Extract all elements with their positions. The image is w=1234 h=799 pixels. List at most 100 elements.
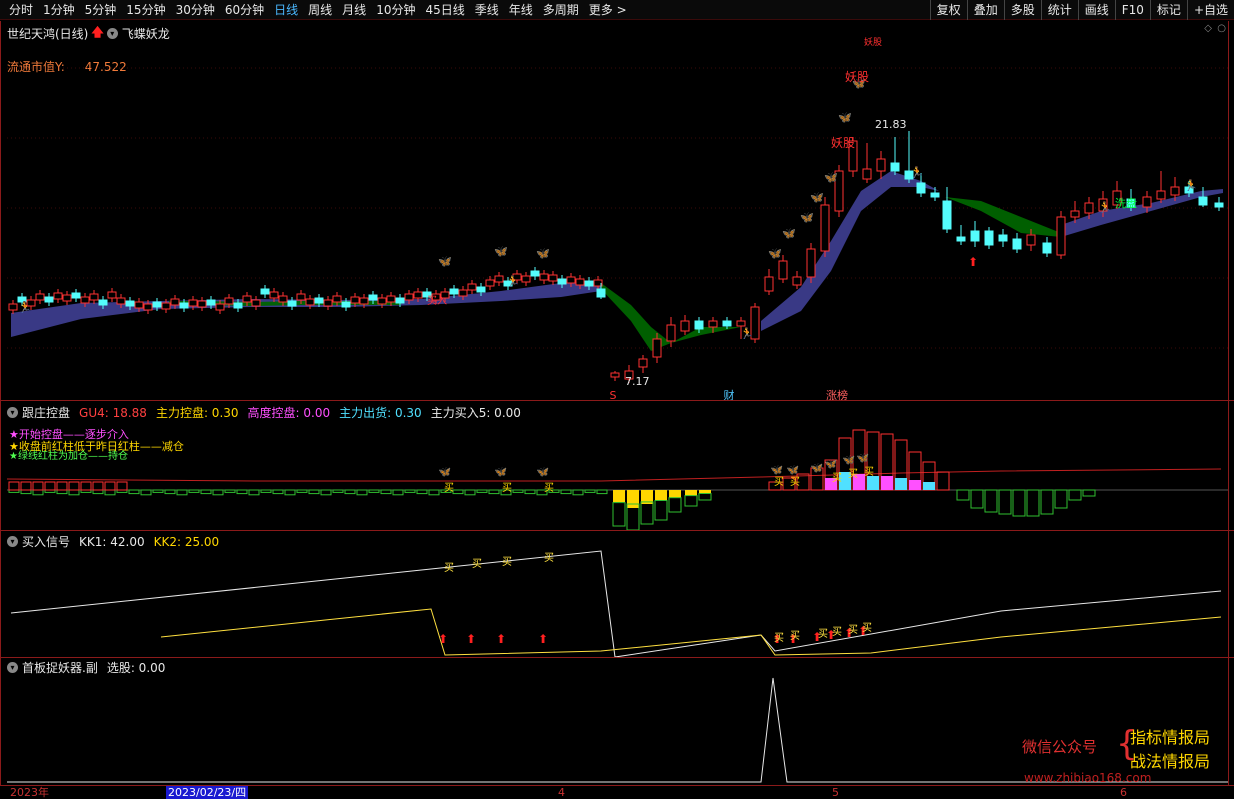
- butterfly-icon: 🦋: [857, 453, 870, 464]
- ma-ribbon-1: [11, 283, 601, 337]
- buy-char: 买: [790, 476, 800, 488]
- toolbar-button-0[interactable]: 复权: [929, 0, 967, 20]
- red-up-arrow-icon: ⬆: [968, 255, 978, 269]
- toolbar-button-7[interactable]: +自选: [1186, 0, 1234, 20]
- axis-month-5: 5: [832, 786, 839, 799]
- period-tab-8[interactable]: 月线: [337, 0, 371, 20]
- candle-body: [1012, 238, 1022, 250]
- zhuang-bar-green: [512, 489, 524, 493]
- buy-arrow-icon: ⬆: [496, 632, 506, 646]
- period-toolbar: 分时 1分钟 5分钟 15分钟 30分钟 60分钟 日线 周线 月线 10分钟 45日线 季线 年线 多周…: [0, 0, 1234, 20]
- toolbar-button-2[interactable]: 多股: [1003, 0, 1041, 20]
- candle-body: [143, 303, 153, 311]
- candle-body: [722, 320, 732, 327]
- zhuang-bar-red: [8, 481, 20, 491]
- buy-char: 买: [544, 482, 554, 494]
- candle-body: [98, 299, 108, 306]
- candle-body: [341, 301, 351, 308]
- butterfly-icon: 🦋: [495, 467, 508, 478]
- zhuang-bar-fill: [909, 480, 921, 490]
- zhuang-bar-green: [488, 489, 500, 495]
- zhuang-bar-green-deep: [640, 501, 654, 525]
- period-tab-3[interactable]: 15分钟: [121, 0, 170, 20]
- watermark-url: www.zhibiao168.com: [1024, 771, 1152, 785]
- candle-body: [876, 158, 886, 172]
- toolbar-button-5[interactable]: F10: [1114, 0, 1150, 20]
- right-scale: [1228, 21, 1234, 785]
- period-tab-4[interactable]: 30分钟: [171, 0, 220, 20]
- period-tab-1[interactable]: 1分钟: [38, 0, 80, 20]
- toolbar-button-4[interactable]: 画线: [1077, 0, 1115, 20]
- period-tab-2[interactable]: 5分钟: [80, 0, 122, 20]
- candle-body: [708, 320, 718, 328]
- watermark: 微信公众号 { 指标情报局 战法情报局 www.zhibiao168.com: [1018, 722, 1228, 785]
- runner-icon: 🏃: [506, 275, 520, 288]
- candle-body: [35, 293, 45, 301]
- zhuang-bar-green: [92, 489, 104, 495]
- candle-body: [179, 302, 189, 309]
- buysignal-panel: ▾ 买入信号 KK1: 42.00 KK2: 25.00 ⬆ ⬆ ⬆ ⬆ ⬆ ⬆ ⬆ ⬆ ⬆ ⬆ 买…: [0, 530, 1234, 658]
- candle-body: [296, 293, 306, 301]
- zhuang-bar-green: [332, 489, 344, 493]
- candle-body: [485, 279, 495, 287]
- zhuang-bar-green: [260, 489, 272, 493]
- candle-body: [1198, 196, 1208, 206]
- toolbar-button-6[interactable]: 标记: [1149, 0, 1187, 20]
- buy-arrow-icon: ⬆: [438, 632, 448, 646]
- zhuang-bar-green: [392, 489, 404, 496]
- buy-char: 买: [790, 630, 800, 642]
- zhuang-bar-green: [596, 489, 608, 495]
- period-tab-10[interactable]: 45日线: [420, 0, 469, 20]
- zhuang-bar-green: [296, 489, 308, 493]
- candle-body: [449, 288, 459, 295]
- zhuang-bar-red: [56, 481, 68, 491]
- period-tab-9[interactable]: 10分钟: [371, 0, 420, 20]
- zhuang-bar-green: [176, 489, 188, 496]
- watermark-wechat: 微信公众号: [1022, 738, 1098, 756]
- buy-char: 买: [544, 552, 554, 564]
- butterfly-icon: 🦋: [825, 459, 838, 470]
- period-tab-7[interactable]: 周线: [303, 0, 337, 20]
- period-tab-14[interactable]: 更多 >: [584, 0, 632, 20]
- candle-body: [1026, 234, 1036, 246]
- butterfly-icon: 🦋: [768, 247, 782, 260]
- period-list: 分时 1分钟 5分钟 15分钟 30分钟 60分钟 日线 周线 月线 10分钟 45日线 季线 年线 多周…: [0, 0, 930, 20]
- zhuang-bar-red: [32, 481, 44, 491]
- zhuang-bar-red: [116, 481, 128, 491]
- period-tab-11[interactable]: 季线: [470, 0, 504, 20]
- butterfly-icon: 🦋: [536, 247, 550, 260]
- butterfly-icon: 🦋: [537, 467, 550, 478]
- zhuang-panel: ▾ 跟庄控盘 GU4: 18.88 主力控盘: 0.30 高度控盘: 0.00 …: [0, 400, 1234, 531]
- candle-body: [494, 275, 504, 283]
- runner-icon: 🏃: [910, 166, 924, 179]
- watermark-line2: 战法情报局: [1130, 752, 1211, 771]
- candle-body: [736, 320, 746, 327]
- zhuang-bar-green: [284, 489, 296, 496]
- buysignal-chart: ⬆ ⬆ ⬆ ⬆ ⬆ ⬆ ⬆ ⬆ ⬆ ⬆买买买买买买买买买买: [10, 550, 1222, 658]
- zhuang-bar-green: [584, 489, 596, 493]
- zhuang-bar-green: [380, 489, 392, 495]
- zhuang-bar-green: [560, 489, 572, 495]
- zhuang-bar-green: [212, 489, 224, 496]
- toolbar-button-1[interactable]: 叠加: [966, 0, 1004, 20]
- period-tab-12[interactable]: 年线: [504, 0, 538, 20]
- period-tab-0[interactable]: 分时: [4, 0, 38, 20]
- toolbar-button-3[interactable]: 统计: [1040, 0, 1078, 20]
- buy-char: 买: [502, 556, 512, 568]
- zhuang-bar-green-deep: [684, 495, 698, 507]
- zhuang-bar-green: [104, 489, 116, 496]
- period-tab-6[interactable]: 日线: [269, 0, 303, 20]
- candle-body: [930, 192, 940, 198]
- zhuang-bar-green: [464, 489, 476, 496]
- event-s-marker: S: [610, 389, 617, 400]
- zhuang-bar-green-deep: [654, 500, 668, 521]
- candle-body: [134, 301, 144, 309]
- event-zhangting-marker: 涨榜: [826, 388, 848, 400]
- period-tab-13[interactable]: 多周期: [538, 0, 584, 20]
- candle-body: [404, 293, 414, 301]
- candle-body: [764, 276, 774, 292]
- zhuang-bar-green: [404, 489, 416, 493]
- high-price-label: 21.83: [875, 118, 907, 131]
- zhuang-bar-red: [68, 481, 80, 491]
- period-tab-5[interactable]: 60分钟: [220, 0, 269, 20]
